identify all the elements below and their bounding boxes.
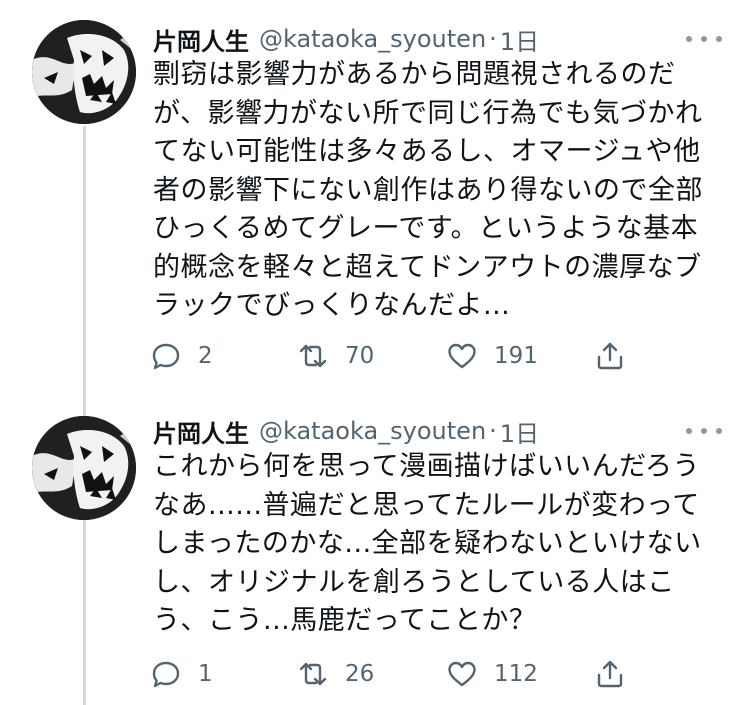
tweet-text-line: し、オリジナルを創ろうとしている人はこ <box>153 566 675 598</box>
share-button[interactable] <box>594 338 626 374</box>
timestamp[interactable]: 1日 <box>500 22 539 57</box>
heart-icon <box>448 661 476 687</box>
avatar[interactable] <box>32 20 136 124</box>
timestamp[interactable]: 1日 <box>500 414 539 449</box>
reply-count: 1 <box>198 661 213 687</box>
separator-dot: · <box>489 25 497 53</box>
display-name[interactable]: 片岡人生 <box>153 414 249 449</box>
user-handle[interactable]: @kataoka_syouten <box>259 25 486 53</box>
tweet-text-line: 剽窃は影響力があるから問題視されるのだ <box>153 59 676 90</box>
tweet-text: これから何を思って漫画描けばいいんだろう なあ......普遍だと思ってたルール… <box>153 448 728 641</box>
share-icon <box>597 660 623 688</box>
reply-bubble-icon <box>152 343 180 370</box>
tweet-text-line: てない可能性は多々あるし、オマージュや他 <box>153 136 701 167</box>
tweet-text-line: 者の影響下にない創作はあり得ないので全部 <box>153 174 703 206</box>
display-name[interactable]: 片岡人生 <box>153 22 249 57</box>
tweet[interactable]: 片岡人生 @kataoka_syouten · 1日 これから何を思って漫画描け… <box>0 400 750 705</box>
retweet-icon <box>299 344 327 368</box>
tweet-header: 片岡人生 @kataoka_syouten · 1日 <box>153 22 539 56</box>
tweet-text-line: ラックでびっくりなんだよ... <box>153 290 511 321</box>
separator-dot: · <box>489 417 497 445</box>
share-icon <box>597 342 623 370</box>
tweet[interactable]: 片岡人生 @kataoka_syouten · 1日 剽窃は影響力があるから問題… <box>0 0 750 400</box>
tweet-text: 剽窃は影響力があるから問題視されるのだ が、影響力がない所で同じ行為でも気づかれ… <box>153 56 728 326</box>
tweet-text-line: なあ......普遍だと思ってたルールが変わって <box>153 489 700 521</box>
retweet-button[interactable]: 26 <box>297 656 374 692</box>
like-count: 112 <box>494 661 538 687</box>
user-handle[interactable]: @kataoka_syouten <box>259 417 486 445</box>
retweet-icon <box>299 662 327 686</box>
reply-button[interactable]: 2 <box>150 338 213 374</box>
like-count: 191 <box>494 343 538 369</box>
like-button[interactable]: 191 <box>446 338 538 374</box>
tweet-text-line: これから何を思って漫画描けばいいんだろう <box>153 451 701 482</box>
reply-button[interactable]: 1 <box>150 656 213 692</box>
avatar-image <box>32 416 136 520</box>
tweet-text-line: しまったのかな...全部を疑わないといけない <box>153 528 702 559</box>
tweet-header: 片岡人生 @kataoka_syouten · 1日 <box>153 414 539 448</box>
tweet-text-line: が、影響力がない所で同じ行為でも気づかれ <box>153 97 703 129</box>
share-button[interactable] <box>594 656 626 692</box>
tweet-text-line: ひっくるめてグレーです。というような基本 <box>153 213 699 244</box>
avatar-image <box>32 20 136 124</box>
tweet-text-line: う、こう...馬鹿だってことか？ <box>153 605 537 636</box>
heart-icon <box>448 343 476 369</box>
more-horizontal-icon[interactable] <box>686 419 722 443</box>
avatar[interactable] <box>32 416 136 520</box>
reply-count: 2 <box>198 343 213 369</box>
like-button[interactable]: 112 <box>446 656 538 692</box>
tweet-text-line: 的概念を軽々と超えてドンアウトの濃厚なブ <box>153 251 702 283</box>
reply-bubble-icon <box>152 661 180 688</box>
more-horizontal-icon[interactable] <box>686 27 722 51</box>
retweet-count: 26 <box>345 661 375 687</box>
retweet-button[interactable]: 70 <box>297 338 374 374</box>
retweet-count: 70 <box>345 343 375 369</box>
